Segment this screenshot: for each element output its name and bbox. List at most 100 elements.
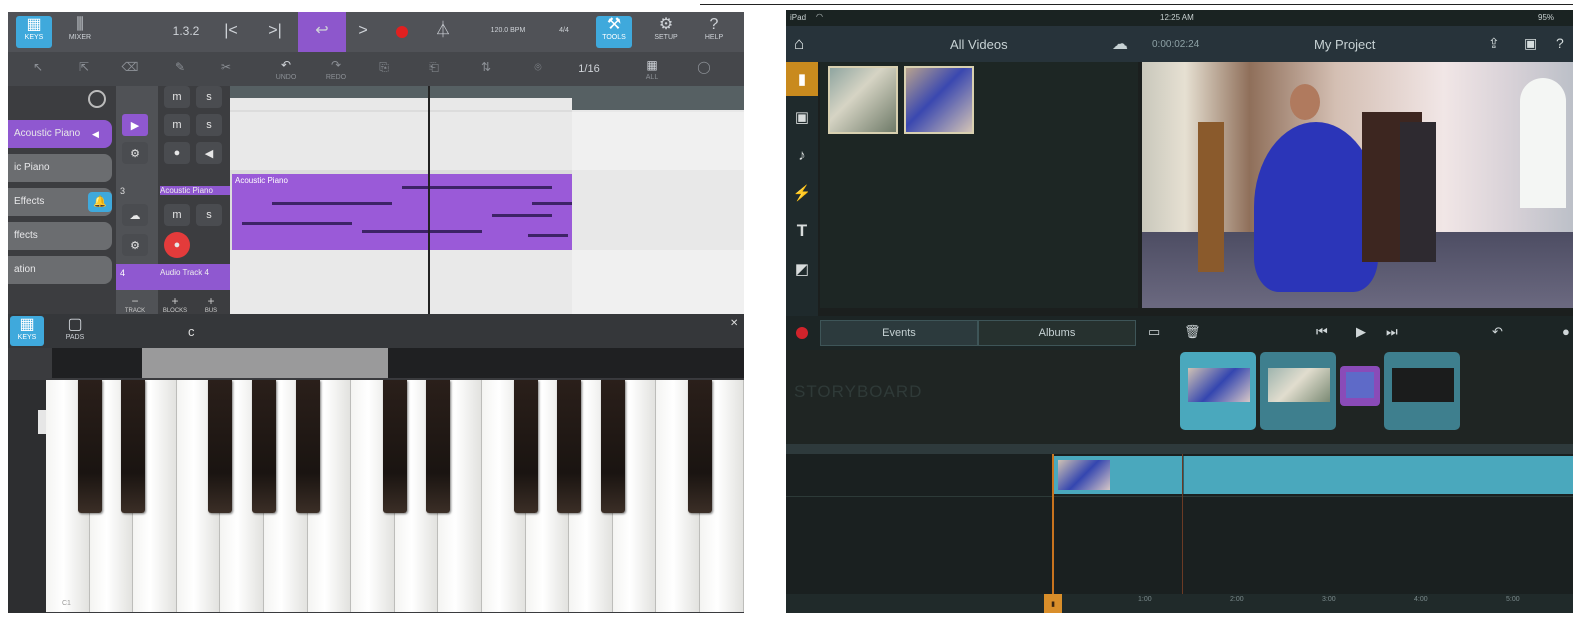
tempo-display[interactable]: 120.0 BPM	[478, 27, 538, 34]
keyboard-keys-button[interactable]: ▦ KEYS	[10, 316, 44, 346]
black-key[interactable]	[382, 380, 407, 513]
play-track-icon[interactable]: ▶	[122, 114, 148, 136]
tab-events[interactable]: Events	[820, 320, 978, 346]
playhead-handle[interactable]: ▮	[1044, 594, 1062, 613]
playhead[interactable]	[428, 86, 430, 314]
mute-button-1[interactable]: m	[164, 114, 190, 136]
title-text-icon[interactable]: T	[786, 214, 818, 248]
select-all-button[interactable]: ▦ ALL	[636, 56, 668, 81]
eraser-tool-icon[interactable]: ⌫	[118, 58, 142, 76]
solo-button-1[interactable]: s	[196, 114, 222, 136]
midi-note[interactable]	[492, 214, 552, 217]
storyboard-transition[interactable]	[1340, 366, 1380, 406]
loop-region[interactable]	[230, 98, 572, 110]
midi-note[interactable]	[362, 230, 482, 233]
black-key[interactable]	[121, 380, 146, 513]
undo-button[interactable]: ↶ UNDO	[270, 56, 302, 81]
help-button[interactable]: ? HELP	[696, 16, 732, 48]
close-icon[interactable]: ✕	[730, 318, 738, 329]
photo-icon[interactable]: ▣	[786, 100, 818, 134]
solo-button[interactable]: s	[196, 86, 222, 108]
visible-range-highlight[interactable]	[142, 348, 388, 378]
video-track-clip[interactable]	[1054, 456, 1573, 494]
montage-icon[interactable]: ◩	[786, 252, 818, 286]
cloud-icon[interactable]: ☁	[122, 204, 148, 226]
share-icon[interactable]: ⇪	[1488, 35, 1500, 52]
bus-add-button[interactable]: + BUS	[198, 294, 224, 314]
track-item-effects[interactable]: ffects	[8, 222, 112, 250]
mute-button[interactable]: m	[164, 86, 190, 108]
storyboard-clip-selected[interactable]	[1180, 352, 1256, 430]
split-tool-icon[interactable]: ✂	[214, 58, 238, 76]
black-key[interactable]	[513, 380, 538, 513]
midi-note[interactable]	[272, 202, 392, 205]
info-icon[interactable]	[88, 90, 106, 108]
black-key[interactable]	[600, 380, 625, 513]
play-icon[interactable]: ▶	[1356, 324, 1366, 340]
record-arm-icon[interactable]: ●	[164, 232, 190, 258]
cloud-icon[interactable]: ☁	[1112, 34, 1128, 54]
loop-button[interactable]: ↩	[298, 12, 346, 52]
arrangement-view[interactable]: Acoustic Piano	[230, 86, 744, 314]
timeline[interactable]: ▮	[786, 444, 1573, 613]
project-title[interactable]: My Project	[1314, 37, 1375, 52]
tools-button[interactable]: ⚒ TOOLS	[596, 16, 632, 48]
storyboard[interactable]: STORYBOARD	[786, 350, 1573, 444]
black-key[interactable]	[208, 380, 233, 513]
monitor-button[interactable]: ◀	[196, 142, 222, 164]
black-key[interactable]	[426, 380, 451, 513]
playhead-line[interactable]	[1052, 454, 1054, 604]
music-note-icon[interactable]: ♪	[786, 138, 818, 172]
solo-button-3[interactable]: s	[196, 204, 222, 226]
quantize-value[interactable]: 1/16	[574, 63, 604, 75]
black-key[interactable]	[295, 380, 320, 513]
blocks-add-button[interactable]: + BLOCKS	[160, 294, 190, 314]
skip-to-end-icon[interactable]: ⏭	[1386, 324, 1398, 340]
skip-forward-icon[interactable]: >|	[264, 22, 286, 40]
pads-button[interactable]: ▢ PADS	[58, 316, 92, 346]
play-icon[interactable]: >	[352, 22, 374, 40]
storyboard-clip[interactable]	[1384, 352, 1460, 430]
midi-note[interactable]	[242, 222, 352, 225]
skip-back-icon[interactable]: |<	[220, 22, 242, 40]
keyboard-overview[interactable]	[52, 348, 744, 378]
transition-icon[interactable]: ⚡	[786, 176, 818, 210]
select-tool-icon[interactable]: ↖	[26, 58, 50, 76]
storyboard-clip[interactable]	[1260, 352, 1336, 430]
video-clip-icon[interactable]: ▮	[786, 62, 818, 96]
record-button[interactable]	[796, 327, 808, 339]
record-settings-icon[interactable]: ◯	[692, 58, 716, 76]
record-arm-button[interactable]: ●	[164, 142, 190, 164]
black-key[interactable]	[77, 380, 102, 513]
transpose-icon[interactable]: ⇅	[474, 58, 498, 76]
metronome-icon[interactable]: ⏃	[432, 22, 454, 40]
skip-to-start-icon[interactable]: ⏮	[1316, 324, 1328, 340]
record-icon[interactable]	[396, 26, 408, 38]
track-arrow-icon[interactable]: ◀	[92, 129, 99, 140]
quantize-icon[interactable]: ⌾	[526, 58, 550, 76]
midi-note[interactable]	[528, 234, 568, 237]
settings-icon-3[interactable]: ⚙	[122, 234, 148, 256]
timeline-ruler[interactable]	[786, 594, 1573, 613]
film-strip-icon[interactable]: ▭	[1148, 324, 1160, 340]
all-videos-title[interactable]: All Videos	[950, 37, 1008, 52]
track-add-button[interactable]: − TRACK	[122, 294, 148, 314]
range-tool-icon[interactable]: ⇱	[72, 58, 96, 76]
setup-button[interactable]: ⚙ SETUP	[648, 16, 684, 48]
piano-keyboard[interactable]: C1	[46, 380, 744, 612]
video-preview[interactable]	[1142, 62, 1573, 308]
settings-icon[interactable]: ▣	[1524, 35, 1537, 52]
black-key[interactable]	[557, 380, 582, 513]
pencil-tool-icon[interactable]: ✎	[168, 58, 192, 76]
track-item-effects-2[interactable]: ation	[8, 256, 112, 284]
mixer-button[interactable]: ⫼ MIXER	[62, 16, 98, 48]
copy-icon[interactable]: ⎘	[372, 58, 396, 76]
home-icon[interactable]: ⌂	[794, 34, 804, 54]
video-thumbnail[interactable]	[904, 66, 974, 134]
black-key[interactable]	[252, 380, 276, 513]
track-item-2[interactable]: ic Piano	[8, 154, 112, 182]
keys-button[interactable]: ▦ KEYS	[16, 16, 52, 48]
settings-icon[interactable]: ⚙	[122, 142, 148, 164]
midi-note[interactable]	[402, 186, 552, 189]
media-library[interactable]	[820, 62, 1138, 308]
